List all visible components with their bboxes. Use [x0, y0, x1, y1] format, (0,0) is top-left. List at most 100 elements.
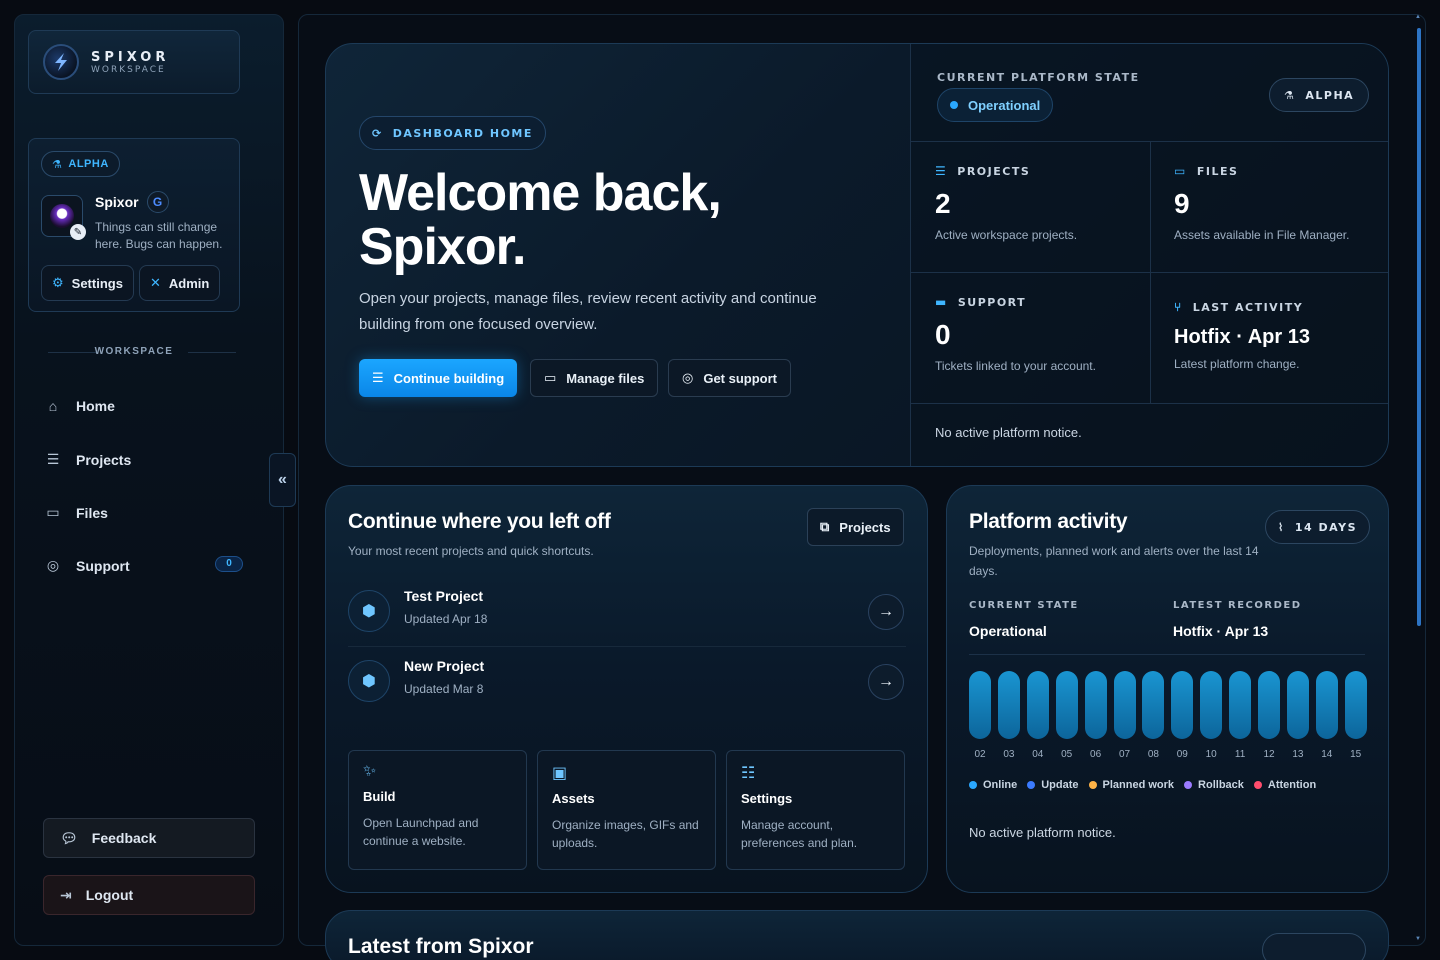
tile-desc: Manage account, preferences and plan.: [741, 818, 858, 850]
operational-status-label: Operational: [968, 97, 1041, 113]
x-tick-label: 09: [1176, 749, 1188, 760]
google-icon: G: [146, 191, 169, 213]
legend-item: Update: [1027, 779, 1079, 791]
flask-icon: ⚗: [52, 158, 63, 171]
lifebuoy-icon: ◎: [46, 557, 60, 573]
sidebar-item-home[interactable]: ⌂ Home: [44, 398, 115, 414]
settings-button[interactable]: ⚙ Settings: [41, 265, 134, 301]
activity-bar[interactable]: [1142, 671, 1165, 739]
x-tick-label: 13: [1292, 749, 1304, 760]
projects-button-label: Projects: [839, 519, 891, 535]
manage-files-label: Manage files: [566, 370, 645, 386]
latest-from-spixor-card: Latest from Spixor: [325, 910, 1389, 960]
status-dot: [950, 101, 958, 109]
activity-bar[interactable]: [1084, 671, 1107, 739]
activity-bar[interactable]: [1055, 671, 1078, 739]
project-updated: Updated Apr 18: [404, 612, 488, 626]
external-link-icon: ⧉: [820, 519, 830, 534]
alpha-badge-label: ALPHA: [68, 158, 109, 170]
tile-settings[interactable]: ☷ Settings Manage account, preferences a…: [726, 750, 905, 870]
legend-label: Rollback: [1198, 779, 1244, 791]
current-state-label: CURRENT STATE: [969, 600, 1079, 611]
divider: [188, 352, 236, 353]
sidebar-item-label: Home: [76, 398, 115, 414]
continue-building-button[interactable]: ☰ Continue building: [359, 359, 518, 397]
get-support-button[interactable]: ◎ Get support: [668, 359, 792, 397]
git-branch-icon: ⑂: [1174, 300, 1183, 314]
activity-bar[interactable]: [1286, 671, 1309, 739]
projects-button[interactable]: ⧉ Projects: [807, 508, 904, 546]
range-label: 14 DAYS: [1294, 520, 1357, 534]
activity-bar[interactable]: [1258, 671, 1280, 739]
legend-dot: [1184, 781, 1193, 789]
alpha-badge: ⚗ ALPHA: [1269, 78, 1370, 112]
scroll-up-arrow-icon[interactable]: ▲: [1415, 14, 1421, 20]
x-tick-label: 10: [1205, 749, 1217, 760]
project-row[interactable]: ⬢ Test Project Updated Apr 18 →: [348, 586, 906, 642]
platform-activity-title: Platform activity: [969, 510, 1128, 533]
continue-card-title: Continue where you left off: [348, 510, 611, 533]
latest-recorded-value: Hotfix · Apr 13: [1173, 623, 1269, 639]
hero-welcome: ⟳ DASHBOARD HOME Welcome back, Spixor. O…: [326, 44, 910, 466]
layers-icon: ☰: [935, 164, 948, 178]
activity-bar[interactable]: [1200, 671, 1223, 739]
sidebar-item-files[interactable]: ▭ Files: [44, 504, 108, 521]
avatar[interactable]: ✎: [41, 195, 86, 240]
feedback-button[interactable]: 💬︎ Feedback: [43, 818, 255, 858]
stat-label: SUPPORT: [957, 295, 1027, 309]
legend-label: Planned work: [1102, 779, 1175, 791]
activity-bar[interactable]: [1229, 671, 1252, 739]
tile-build[interactable]: ✨︎ Build Open Launchpad and continue a w…: [348, 750, 527, 870]
layers-icon: ☰: [46, 451, 60, 467]
legend-item: Rollback: [1184, 779, 1244, 791]
stat-label: PROJECTS: [957, 164, 1031, 178]
manage-files-button[interactable]: ▭ Manage files: [530, 359, 659, 397]
pencil-icon[interactable]: ✎: [70, 224, 86, 240]
tools-icon: ✕: [150, 275, 161, 290]
scrollbar-thumb[interactable]: [1417, 28, 1421, 626]
project-row[interactable]: ⬢ New Project Updated Mar 8 →: [348, 656, 906, 712]
legend-dot: [969, 781, 977, 789]
cube-icon: ⬢: [348, 660, 390, 702]
arrow-right-icon[interactable]: →: [868, 594, 904, 630]
welcome-description: Open your projects, manage files, review…: [359, 290, 817, 333]
continue-card: Continue where you left off Your most re…: [325, 485, 928, 893]
admin-button[interactable]: ✕ Admin: [139, 265, 221, 301]
activity-bar[interactable]: [1026, 671, 1049, 739]
project-name: New Project: [404, 658, 485, 674]
arrow-right-icon[interactable]: →: [868, 664, 904, 700]
x-tick-label: 06: [1090, 749, 1102, 760]
latest-card-button[interactable]: [1262, 933, 1366, 960]
activity-bar[interactable]: [1171, 671, 1194, 739]
activity-bar[interactable]: [969, 671, 991, 739]
legend-dot: [1088, 781, 1097, 789]
activity-bar-chart: [969, 671, 1369, 741]
ticket-icon: ▬: [935, 295, 948, 309]
folder-open-icon: ▭: [1174, 164, 1187, 178]
sidebar-item-projects[interactable]: ☰ Projects: [44, 451, 132, 468]
sidebar-item-support[interactable]: ◎ Support: [44, 557, 130, 574]
continue-card-subtitle: Your most recent projects and quick shor…: [348, 544, 594, 558]
tile-title: Build: [363, 789, 396, 804]
legend-label: Attention: [1267, 779, 1317, 791]
activity-bar[interactable]: [1113, 671, 1136, 739]
logout-button[interactable]: ⇥ Logout: [43, 875, 255, 915]
stat-desc: Tickets linked to your account.: [935, 359, 1096, 373]
profile-card: ⚗ ALPHA ✎ Spixor G Things can still chan…: [28, 138, 240, 312]
project-name: Test Project: [404, 588, 484, 604]
stat-desc: Latest platform change.: [1174, 357, 1300, 371]
folder-open-icon: ▭: [544, 370, 557, 385]
sidebar-item-label: Projects: [76, 451, 132, 468]
activity-bar[interactable]: [1315, 671, 1338, 739]
tile-assets[interactable]: ▣ Assets Organize images, GIFs and uploa…: [537, 750, 716, 870]
scroll-down-arrow-icon[interactable]: ▼: [1415, 936, 1421, 942]
collapse-sidebar-button[interactable]: «: [269, 453, 296, 507]
brand-block[interactable]: SPIXOR WORKSPACE: [28, 30, 240, 94]
activity-bar[interactable]: [997, 671, 1020, 739]
stat-last-activity: ⑂ LAST ACTIVITY Hotfix · Apr 13 Latest pl…: [1174, 300, 1388, 371]
sidebar-item-label: Support: [76, 557, 130, 574]
activity-bar[interactable]: [1344, 671, 1367, 739]
home-icon: ⌂: [48, 398, 58, 414]
range-14-days-button[interactable]: ⌇ 14 DAYS: [1265, 510, 1370, 544]
platform-state-label: CURRENT PLATFORM STATE: [937, 71, 1140, 84]
